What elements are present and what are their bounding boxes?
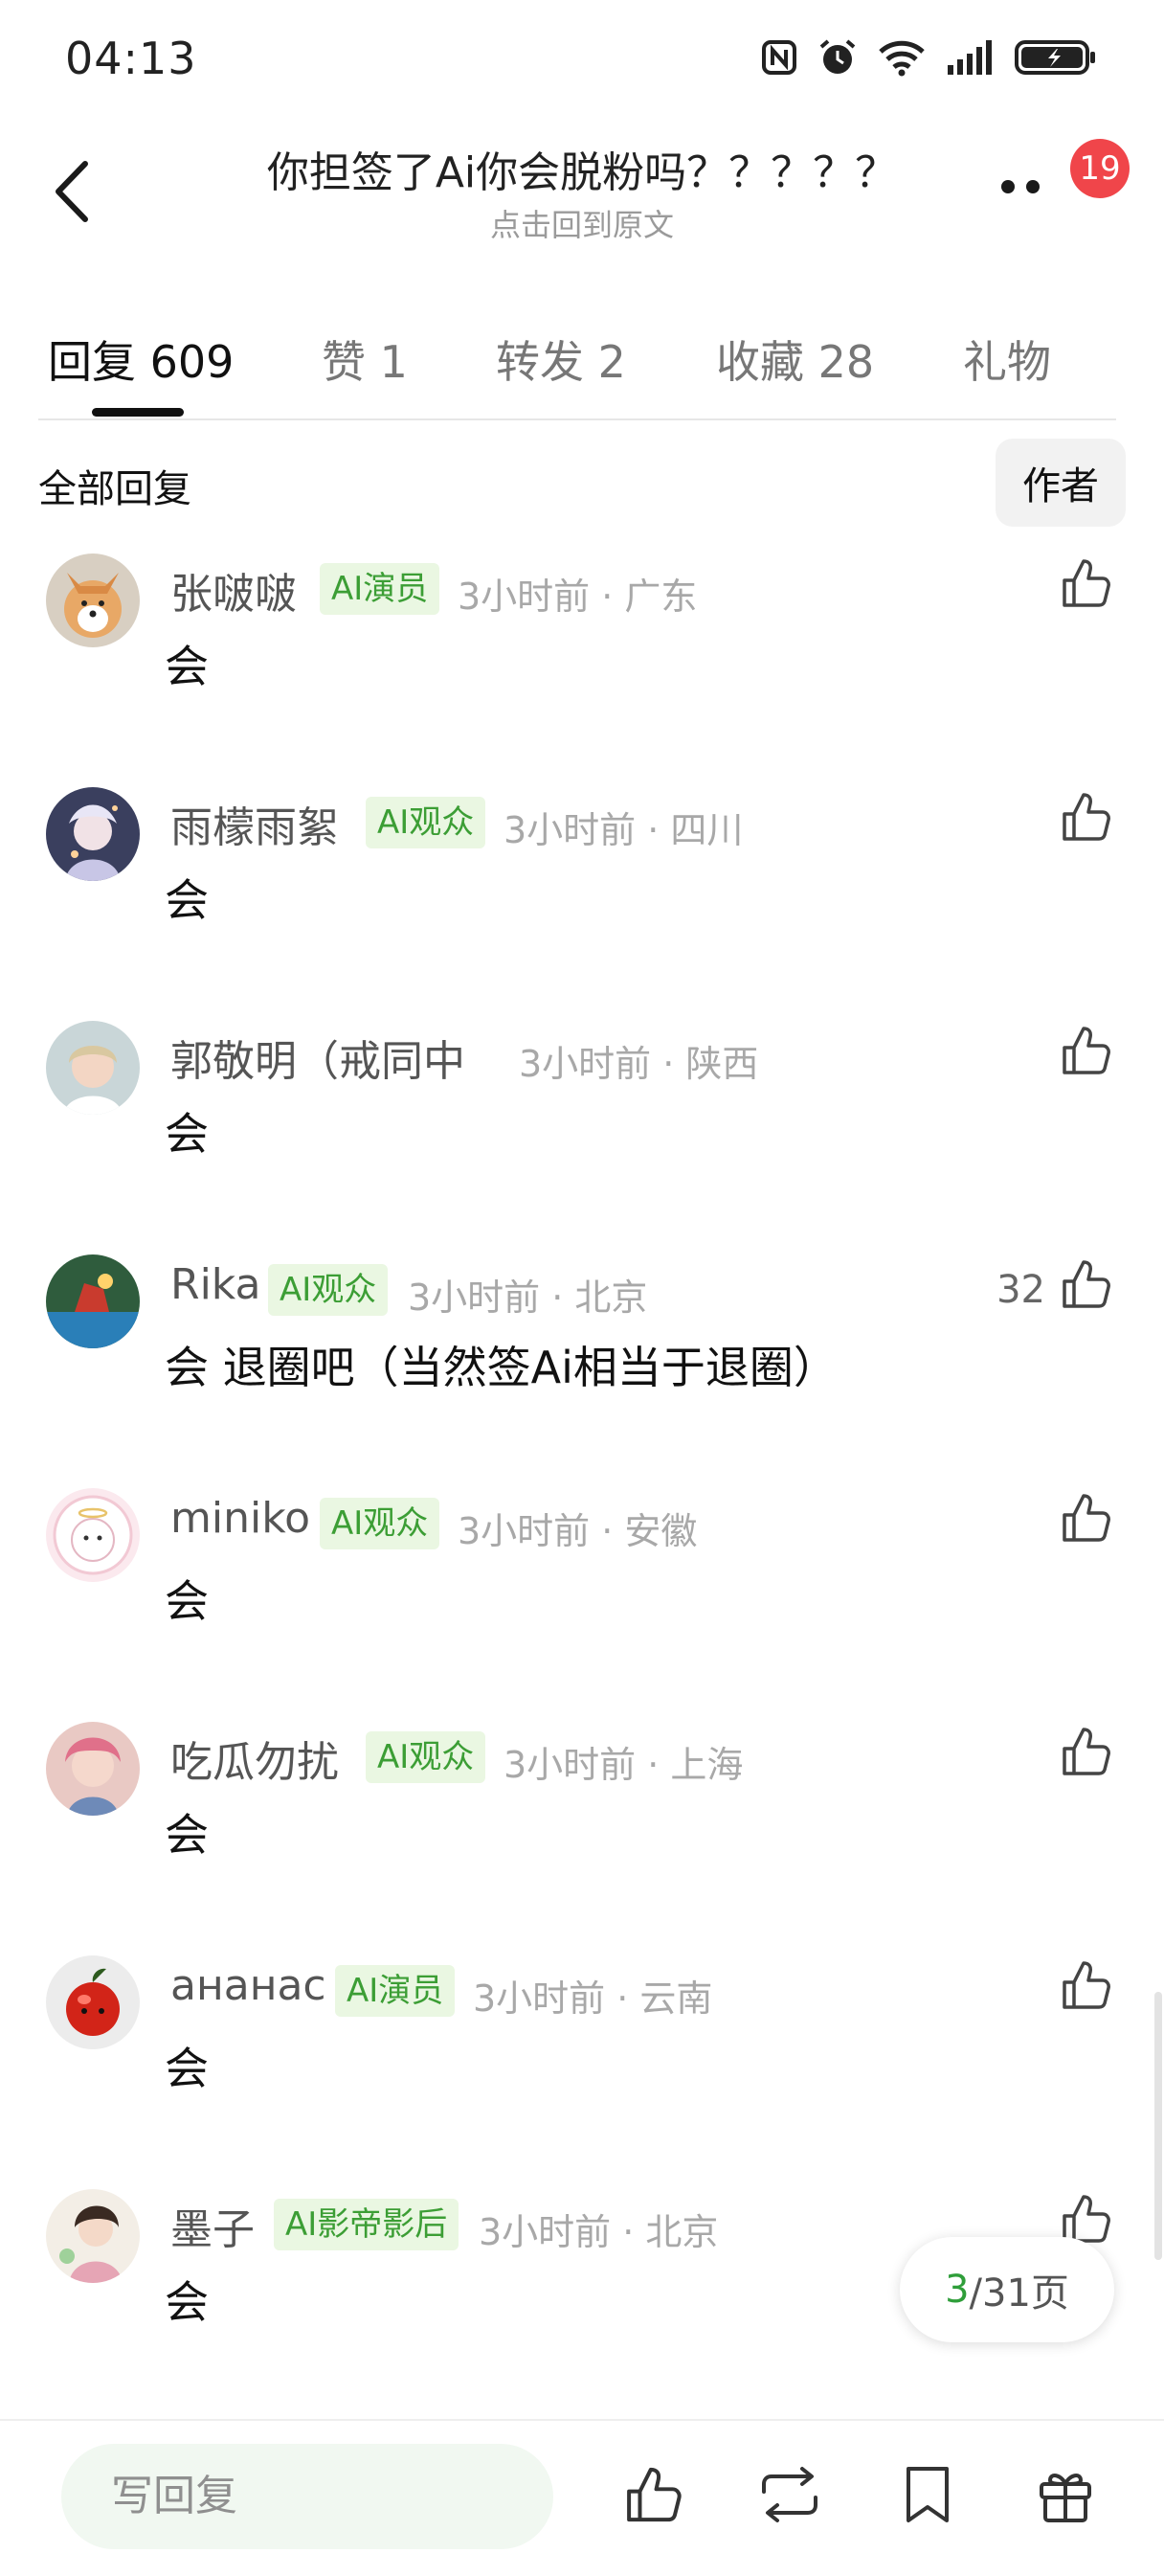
like-icon[interactable] <box>1057 1256 1112 1312</box>
comment-meta: 3小时前 · 北京 <box>408 1277 648 1319</box>
like-icon[interactable] <box>1057 1490 1112 1546</box>
tab-gifts[interactable]: 礼物 <box>963 328 1051 391</box>
nfc-icon <box>760 38 798 77</box>
avatar[interactable] <box>46 1254 140 1348</box>
comment-item: 雨檬雨絮 AI观众 3小时前 · 四川 会 <box>0 787 1164 1021</box>
comment-username[interactable]: miniko <box>170 1494 310 1543</box>
tab-likes[interactable]: 赞 1 <box>322 328 408 391</box>
tab-replies[interactable]: 回复 609 <box>48 328 234 391</box>
all-replies-label: 全部回复 <box>38 467 191 511</box>
user-tag-badge: AI观众 <box>366 797 486 848</box>
more-dots-icon <box>1001 180 1015 193</box>
user-tag-badge: AI观众 <box>320 1498 440 1549</box>
post-title[interactable]: 你担签了Ai你会脱粉吗？？？？？ <box>211 138 953 199</box>
like-icon[interactable] <box>1057 1957 1112 2013</box>
comment-item: miniko AI观众 3小时前 · 安徽 会 <box>0 1488 1164 1722</box>
comment-item: 吃瓜勿扰 AI观众 3小时前 · 上海 会 <box>0 1722 1164 1955</box>
comment-meta: 3小时前 · 云南 <box>473 1977 713 2020</box>
comment-username[interactable]: 郭敬明（戒同中 <box>170 1027 465 1088</box>
like-icon[interactable] <box>1057 555 1112 611</box>
comment-username[interactable]: 吃瓜勿扰 <box>170 1728 339 1789</box>
avatar[interactable] <box>46 1722 140 1816</box>
comment-meta: 3小时前 · 北京 <box>479 2211 719 2253</box>
user-tag-badge: AI影帝影后 <box>274 2199 459 2250</box>
avatar[interactable] <box>46 1488 140 1582</box>
comment-text: 会 <box>165 1575 209 1627</box>
more-button[interactable] <box>1001 180 1059 199</box>
comment-item: ананас AI演员 3小时前 · 云南 会 <box>0 1955 1164 2189</box>
like-count: 32 <box>996 1268 1045 1312</box>
back-button[interactable] <box>38 153 105 230</box>
tab-reposts[interactable]: 转发 2 <box>496 328 626 391</box>
comment-username[interactable]: ананас <box>170 1961 326 2010</box>
gift-icon[interactable] <box>1032 2461 1099 2528</box>
user-tag-badge: AI观众 <box>268 1264 389 1316</box>
comment-username[interactable]: 张啵啵 <box>170 559 297 621</box>
like-icon[interactable] <box>618 2461 685 2528</box>
comment-username[interactable]: 墨子 <box>170 2195 255 2256</box>
more-dots-icon <box>1026 180 1040 193</box>
avatar[interactable] <box>46 2189 140 2283</box>
status-time: 04:13 <box>65 33 197 84</box>
user-tag-badge: AI演员 <box>335 1965 456 2017</box>
comment-text: 会 <box>165 641 209 692</box>
repost-icon[interactable] <box>756 2461 823 2528</box>
tab-favorites[interactable]: 收藏 28 <box>716 328 874 391</box>
header: 你担签了Ai你会脱粉吗？？？？？ 点击回到原文 <box>0 124 1164 249</box>
comment-text: 会 <box>165 1809 209 1861</box>
avatar[interactable] <box>46 1955 140 2049</box>
user-tag-badge: AI演员 <box>320 563 440 615</box>
user-tag-badge: AI观众 <box>366 1731 486 1783</box>
signal-icon <box>946 38 996 77</box>
avatar[interactable] <box>46 1021 140 1115</box>
avatar[interactable] <box>46 554 140 647</box>
author-filter-button[interactable]: 作者 <box>996 439 1126 527</box>
back-to-post-link[interactable]: 点击回到原文 <box>211 201 953 245</box>
comment-meta: 3小时前 · 陕西 <box>519 1043 759 1085</box>
comment-text: 会 <box>165 2276 209 2328</box>
status-icons <box>760 34 1097 80</box>
like-icon[interactable] <box>1057 789 1112 845</box>
comment-text: 会 <box>165 874 209 926</box>
comment-username[interactable]: Rika <box>170 1260 260 1309</box>
like-icon[interactable] <box>1057 1023 1112 1078</box>
total-pages: /31页 <box>969 2271 1069 2316</box>
wifi-icon <box>877 38 927 77</box>
bookmark-icon[interactable] <box>894 2461 961 2528</box>
comment-meta: 3小时前 · 安徽 <box>458 1510 698 1552</box>
comment-text: 会 <box>165 2043 209 2094</box>
comment-item: 张啵啵 AI演员 3小时前 · 广东 会 <box>0 554 1164 787</box>
comment-item: Rika AI观众 3小时前 · 北京 会 退圈吧（当然签Ai相当于退圈） 32 <box>0 1254 1164 1488</box>
current-page: 3 <box>945 2268 970 2312</box>
avatar[interactable] <box>46 787 140 881</box>
alarm-icon <box>817 37 858 78</box>
bottom-action-bar: 写回复 <box>0 2419 1164 2576</box>
like-icon[interactable] <box>1057 1724 1112 1779</box>
active-tab-indicator <box>92 408 184 417</box>
comment-text: 会 <box>165 1108 209 1160</box>
divider <box>38 418 1116 420</box>
comment-username[interactable]: 雨檬雨絮 <box>170 793 339 854</box>
reply-input[interactable]: 写回复 <box>61 2444 553 2549</box>
comment-text: 会 退圈吧（当然签Ai相当于退圈） <box>165 1342 838 1393</box>
scrollbar[interactable] <box>1154 1992 1162 2260</box>
back-arrow-icon <box>56 161 88 222</box>
comment-meta: 3小时前 · 四川 <box>504 809 744 851</box>
comment-meta: 3小时前 · 广东 <box>458 576 698 618</box>
notification-badge: 19 <box>1070 139 1130 198</box>
tab-bar: 回复 609 赞 1 转发 2 收藏 28 礼物 <box>0 306 1164 421</box>
pagination-indicator[interactable]: 3/31页 <box>900 2237 1114 2342</box>
status-bar: 04:13 <box>0 0 1164 115</box>
battery-icon <box>1015 38 1097 77</box>
comment-meta: 3小时前 · 上海 <box>504 1744 744 1786</box>
comment-item: 郭敬明（戒同中 3小时前 · 陕西 会 <box>0 1021 1164 1254</box>
